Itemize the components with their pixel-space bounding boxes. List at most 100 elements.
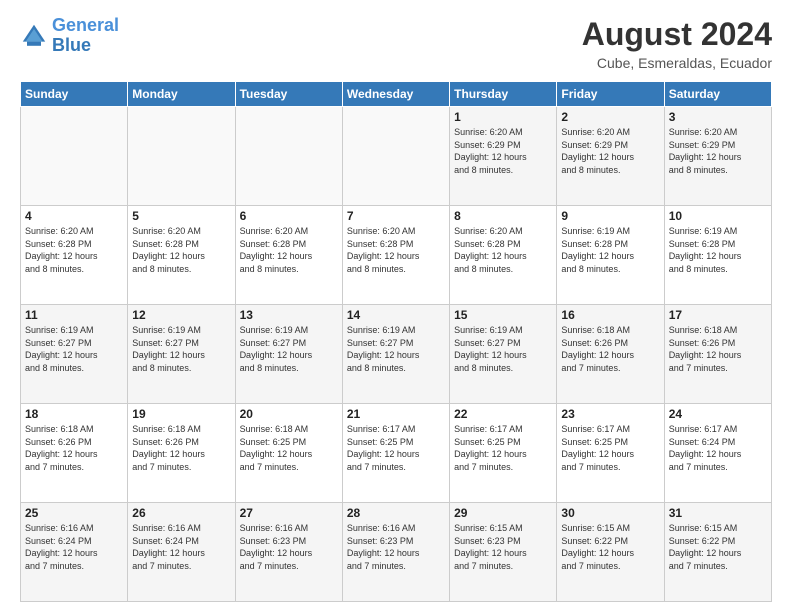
day-info: Sunrise: 6:16 AM Sunset: 6:24 PM Dayligh… — [25, 522, 123, 572]
day-info: Sunrise: 6:20 AM Sunset: 6:28 PM Dayligh… — [25, 225, 123, 275]
day-info: Sunrise: 6:15 AM Sunset: 6:22 PM Dayligh… — [669, 522, 767, 572]
day-number: 20 — [240, 407, 338, 421]
day-number: 10 — [669, 209, 767, 223]
calendar-cell: 17 Sunrise: 6:18 AM Sunset: 6:26 PM Dayli… — [664, 305, 771, 404]
day-info: Sunrise: 6:19 AM Sunset: 6:27 PM Dayligh… — [132, 324, 230, 374]
day-number: 9 — [561, 209, 659, 223]
logo-line2: Blue — [52, 35, 91, 55]
day-info: Sunrise: 6:20 AM Sunset: 6:28 PM Dayligh… — [347, 225, 445, 275]
day-info: Sunrise: 6:19 AM Sunset: 6:27 PM Dayligh… — [240, 324, 338, 374]
day-number: 24 — [669, 407, 767, 421]
calendar-week-2: 4Sunrise: 6:20 AM Sunset: 6:28 PM Daylig… — [21, 206, 772, 305]
day-info: Sunrise: 6:16 AM Sunset: 6:23 PM Dayligh… — [347, 522, 445, 572]
calendar-cell: 8 Sunrise: 6:20 AM Sunset: 6:28 PM Daylig… — [450, 206, 557, 305]
day-number: 29 — [454, 506, 552, 520]
header: General Blue August 2024 Cube, Esmeralda… — [20, 16, 772, 71]
page: General Blue August 2024 Cube, Esmeralda… — [0, 0, 792, 612]
calendar-cell: 25 Sunrise: 6:16 AM Sunset: 6:24 PM Dayli… — [21, 503, 128, 602]
day-info: Sunrise: 6:19 AM Sunset: 6:27 PM Dayligh… — [25, 324, 123, 374]
logo-text: General Blue — [52, 16, 119, 56]
calendar-cell: 27Sunrise: 6:16 AM Sunset: 6:23 PM Dayli… — [235, 503, 342, 602]
col-saturday: Saturday — [664, 82, 771, 107]
day-info: Sunrise: 6:19 AM Sunset: 6:28 PM Dayligh… — [669, 225, 767, 275]
calendar-cell: 23 Sunrise: 6:17 AM Sunset: 6:25 PM Dayli… — [557, 404, 664, 503]
day-info: Sunrise: 6:19 AM Sunset: 6:27 PM Dayligh… — [454, 324, 552, 374]
day-number: 19 — [132, 407, 230, 421]
day-number: 26 — [132, 506, 230, 520]
day-info: Sunrise: 6:17 AM Sunset: 6:24 PM Dayligh… — [669, 423, 767, 473]
calendar-cell — [21, 107, 128, 206]
day-info: Sunrise: 6:16 AM Sunset: 6:23 PM Dayligh… — [240, 522, 338, 572]
calendar-cell: 31Sunrise: 6:15 AM Sunset: 6:22 PM Dayli… — [664, 503, 771, 602]
day-info: Sunrise: 6:18 AM Sunset: 6:26 PM Dayligh… — [561, 324, 659, 374]
calendar-week-5: 25 Sunrise: 6:16 AM Sunset: 6:24 PM Dayli… — [21, 503, 772, 602]
calendar-cell: 19 Sunrise: 6:18 AM Sunset: 6:26 PM Dayli… — [128, 404, 235, 503]
day-info: Sunrise: 6:20 AM Sunset: 6:29 PM Dayligh… — [454, 126, 552, 176]
day-number: 1 — [454, 110, 552, 124]
day-info: Sunrise: 6:16 AM Sunset: 6:24 PM Dayligh… — [132, 522, 230, 572]
day-info: Sunrise: 6:18 AM Sunset: 6:26 PM Dayligh… — [669, 324, 767, 374]
title-block: August 2024 Cube, Esmeraldas, Ecuador — [582, 16, 772, 71]
col-thursday: Thursday — [450, 82, 557, 107]
calendar-cell: 13 Sunrise: 6:19 AM Sunset: 6:27 PM Dayli… — [235, 305, 342, 404]
day-number: 5 — [132, 209, 230, 223]
day-info: Sunrise: 6:18 AM Sunset: 6:25 PM Dayligh… — [240, 423, 338, 473]
day-number: 23 — [561, 407, 659, 421]
calendar-cell: 5Sunrise: 6:20 AM Sunset: 6:28 PM Daylig… — [128, 206, 235, 305]
day-info: Sunrise: 6:19 AM Sunset: 6:27 PM Dayligh… — [347, 324, 445, 374]
calendar-cell: 11 Sunrise: 6:19 AM Sunset: 6:27 PM Dayli… — [21, 305, 128, 404]
day-number: 22 — [454, 407, 552, 421]
day-number: 15 — [454, 308, 552, 322]
day-info: Sunrise: 6:20 AM Sunset: 6:29 PM Dayligh… — [669, 126, 767, 176]
calendar-cell: 6 Sunrise: 6:20 AM Sunset: 6:28 PM Daylig… — [235, 206, 342, 305]
calendar-cell: 14 Sunrise: 6:19 AM Sunset: 6:27 PM Dayli… — [342, 305, 449, 404]
day-number: 11 — [25, 308, 123, 322]
day-info: Sunrise: 6:20 AM Sunset: 6:28 PM Dayligh… — [454, 225, 552, 275]
calendar-cell: 10 Sunrise: 6:19 AM Sunset: 6:28 PM Dayli… — [664, 206, 771, 305]
day-info: Sunrise: 6:18 AM Sunset: 6:26 PM Dayligh… — [132, 423, 230, 473]
calendar-cell: 9Sunrise: 6:19 AM Sunset: 6:28 PM Daylig… — [557, 206, 664, 305]
calendar-cell: 4Sunrise: 6:20 AM Sunset: 6:28 PM Daylig… — [21, 206, 128, 305]
calendar-cell: 16Sunrise: 6:18 AM Sunset: 6:26 PM Dayli… — [557, 305, 664, 404]
calendar-cell: 21Sunrise: 6:17 AM Sunset: 6:25 PM Dayli… — [342, 404, 449, 503]
day-number: 14 — [347, 308, 445, 322]
day-number: 8 — [454, 209, 552, 223]
calendar-table: Sunday Monday Tuesday Wednesday Thursday… — [20, 81, 772, 602]
day-info: Sunrise: 6:15 AM Sunset: 6:23 PM Dayligh… — [454, 522, 552, 572]
day-number: 6 — [240, 209, 338, 223]
calendar-cell: 20 Sunrise: 6:18 AM Sunset: 6:25 PM Dayli… — [235, 404, 342, 503]
day-number: 28 — [347, 506, 445, 520]
calendar-cell: 30Sunrise: 6:15 AM Sunset: 6:22 PM Dayli… — [557, 503, 664, 602]
day-number: 2 — [561, 110, 659, 124]
logo-icon — [20, 22, 48, 50]
calendar-cell: 24 Sunrise: 6:17 AM Sunset: 6:24 PM Dayli… — [664, 404, 771, 503]
day-number: 18 — [25, 407, 123, 421]
day-number: 30 — [561, 506, 659, 520]
calendar-cell — [235, 107, 342, 206]
day-info: Sunrise: 6:17 AM Sunset: 6:25 PM Dayligh… — [561, 423, 659, 473]
day-number: 21 — [347, 407, 445, 421]
day-number: 17 — [669, 308, 767, 322]
calendar-header-row: Sunday Monday Tuesday Wednesday Thursday… — [21, 82, 772, 107]
location: Cube, Esmeraldas, Ecuador — [582, 55, 772, 71]
logo: General Blue — [20, 16, 119, 56]
day-info: Sunrise: 6:17 AM Sunset: 6:25 PM Dayligh… — [454, 423, 552, 473]
calendar-cell — [342, 107, 449, 206]
calendar-week-1: 1 Sunrise: 6:20 AM Sunset: 6:29 PM Daylig… — [21, 107, 772, 206]
calendar-cell: 29 Sunrise: 6:15 AM Sunset: 6:23 PM Dayli… — [450, 503, 557, 602]
col-friday: Friday — [557, 82, 664, 107]
col-wednesday: Wednesday — [342, 82, 449, 107]
day-number: 3 — [669, 110, 767, 124]
calendar-week-4: 18 Sunrise: 6:18 AM Sunset: 6:26 PM Dayli… — [21, 404, 772, 503]
day-number: 7 — [347, 209, 445, 223]
day-number: 25 — [25, 506, 123, 520]
day-info: Sunrise: 6:18 AM Sunset: 6:26 PM Dayligh… — [25, 423, 123, 473]
day-number: 13 — [240, 308, 338, 322]
day-info: Sunrise: 6:20 AM Sunset: 6:29 PM Dayligh… — [561, 126, 659, 176]
day-info: Sunrise: 6:20 AM Sunset: 6:28 PM Dayligh… — [240, 225, 338, 275]
calendar-cell: 18 Sunrise: 6:18 AM Sunset: 6:26 PM Dayli… — [21, 404, 128, 503]
col-tuesday: Tuesday — [235, 82, 342, 107]
col-sunday: Sunday — [21, 82, 128, 107]
day-number: 12 — [132, 308, 230, 322]
calendar-cell: 28 Sunrise: 6:16 AM Sunset: 6:23 PM Dayli… — [342, 503, 449, 602]
